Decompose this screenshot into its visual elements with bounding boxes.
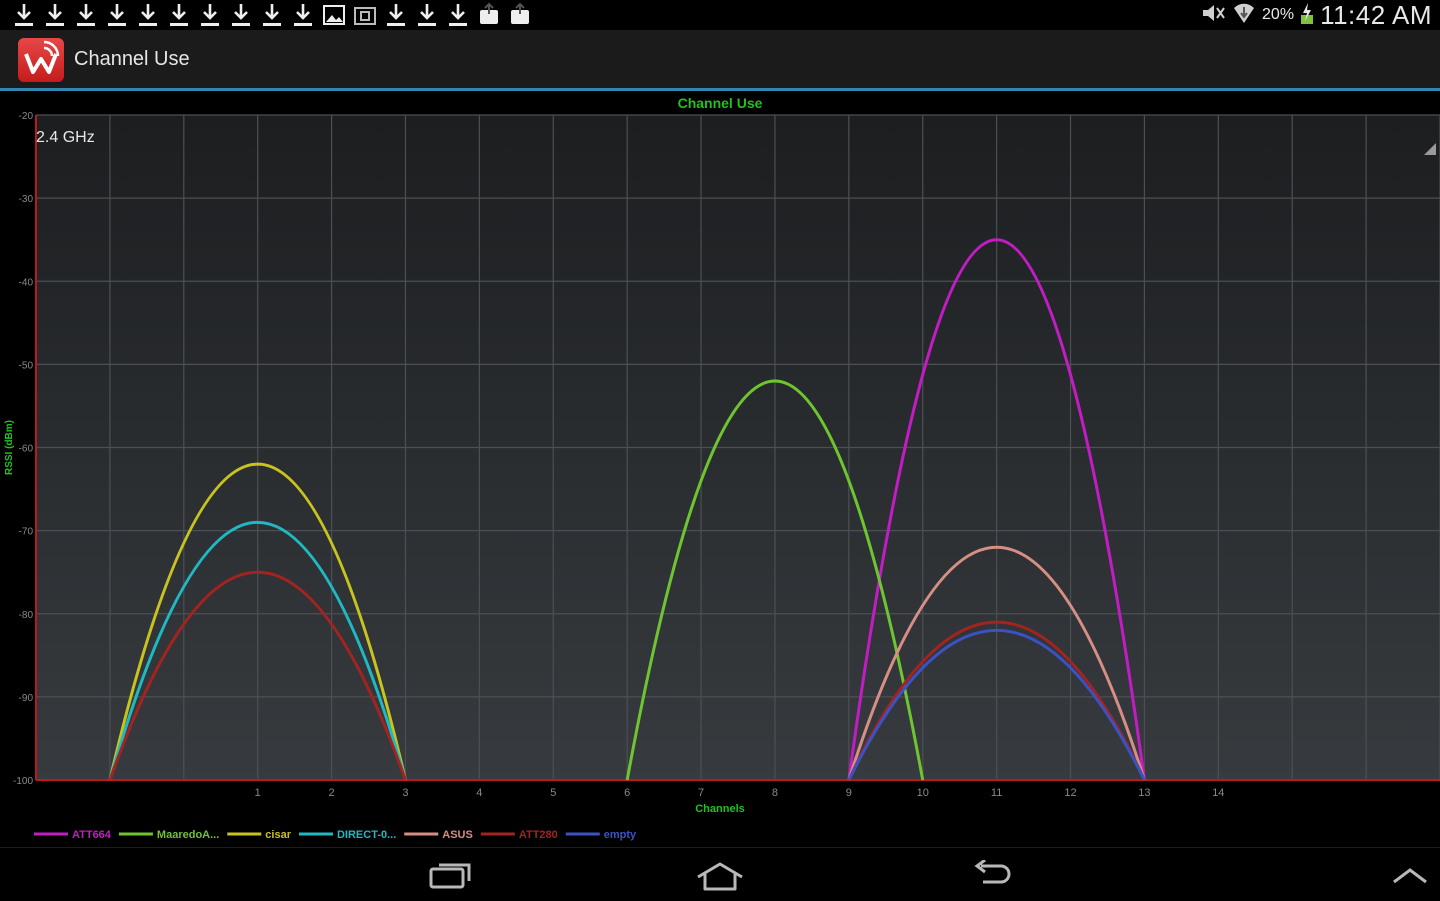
y-tick-label: -90: [19, 693, 34, 704]
download-icon[interactable]: [167, 2, 191, 28]
download-icon[interactable]: [291, 2, 315, 28]
legend-label: ATT280: [519, 829, 558, 841]
x-tick-label: 2: [329, 787, 335, 799]
status-right: 20% 11:42 AM: [1200, 0, 1432, 30]
legend-label: cisar: [265, 829, 291, 841]
x-tick-label: 10: [917, 787, 929, 799]
y-tick-label: -40: [19, 277, 34, 288]
y-tick-label: -20: [19, 111, 34, 122]
chevron-up-icon: [1393, 868, 1427, 884]
menu-expand-button[interactable]: [1380, 856, 1440, 896]
home-button[interactable]: [690, 856, 750, 896]
page-title: Channel Use: [74, 48, 190, 70]
x-tick-label: 4: [476, 787, 482, 799]
chart-title: Channel Use: [678, 95, 763, 111]
x-tick-label: 9: [846, 787, 852, 799]
photo-upload-icon[interactable]: [477, 2, 501, 28]
battery-percent: 20%: [1262, 6, 1295, 23]
notification-icons: [12, 2, 532, 28]
x-tick-label: 13: [1138, 787, 1150, 799]
x-tick-label: 3: [402, 787, 408, 799]
mute-icon: [1200, 2, 1226, 29]
y-tick-label: -100: [13, 776, 33, 787]
y-tick-label: -50: [19, 360, 34, 371]
legend-label: empty: [604, 829, 637, 841]
channel-use-chart: Channel Use -20 -30 -40 -50 -60 -70 -80 -90 -100 1…: [0, 91, 1440, 847]
download-icon[interactable]: [136, 2, 160, 28]
recent-apps-button[interactable]: [420, 856, 480, 896]
y-tick-label: -60: [19, 444, 34, 455]
home-icon: [697, 862, 743, 891]
x-tick-label: 8: [772, 787, 778, 799]
legend-label: DIRECT-0...: [337, 829, 396, 841]
y-axis-label: RSSI (dBm): [4, 420, 15, 475]
navigation-bar: [0, 847, 1440, 901]
x-tick-label: 12: [1064, 787, 1076, 799]
download-icon[interactable]: [198, 2, 222, 28]
x-tick-label: 7: [698, 787, 704, 799]
back-button[interactable]: [962, 856, 1022, 896]
action-bar: Channel Use: [0, 30, 1440, 88]
y-tick-label: -30: [19, 194, 34, 205]
x-axis-label: Channels: [695, 803, 745, 815]
download-icon[interactable]: [260, 2, 284, 28]
download-icon[interactable]: [384, 2, 408, 28]
screenshot-icon[interactable]: [353, 2, 377, 28]
wifi-icon: [1232, 1, 1256, 30]
legend-label: MaaredoA...: [157, 829, 219, 841]
legend-label: ATT664: [72, 829, 112, 841]
status-bar: 20% 11:42 AM: [0, 0, 1440, 30]
x-tick-label: 5: [550, 787, 556, 799]
download-icon[interactable]: [74, 2, 98, 28]
chart-svg: Channel Use -20 -30 -40 -50 -60 -70 -80 -90 -100 1…: [4, 95, 1440, 841]
download-icon[interactable]: [43, 2, 67, 28]
download-icon[interactable]: [12, 2, 36, 28]
photo-upload-icon[interactable]: [508, 2, 532, 28]
x-tick-label: 11: [991, 787, 1002, 799]
download-icon[interactable]: [446, 2, 470, 28]
download-icon[interactable]: [105, 2, 129, 28]
y-tick-label: -70: [19, 527, 34, 538]
x-tick-label: 14: [1212, 787, 1224, 799]
legend-label: ASUS: [442, 829, 473, 841]
y-tick-label: -80: [19, 610, 34, 621]
x-tick-label: 6: [624, 787, 630, 799]
battery-charging-icon: [1300, 1, 1314, 30]
dropdown-arrow-icon[interactable]: [1424, 143, 1436, 155]
recent-apps-icon: [429, 863, 471, 889]
back-icon: [974, 860, 1011, 884]
download-icon[interactable]: [229, 2, 253, 28]
x-tick-label: 1: [255, 787, 261, 799]
image-icon[interactable]: [322, 2, 346, 28]
download-icon[interactable]: [415, 2, 439, 28]
band-dropdown[interactable]: 2.4 GHz: [36, 129, 95, 147]
clock: 11:42 AM: [1320, 0, 1432, 30]
app-logo-icon[interactable]: [18, 38, 64, 82]
